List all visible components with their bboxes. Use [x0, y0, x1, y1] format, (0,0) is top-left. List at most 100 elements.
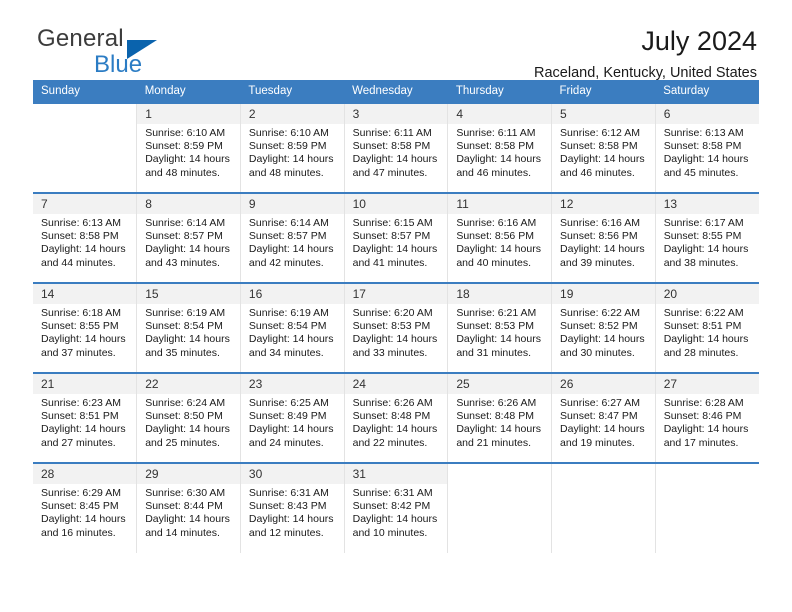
daylight-duration-line1: Daylight: 14 hours — [352, 243, 438, 256]
page-header: General Blue July 2024 Raceland, Kentuck… — [33, 0, 759, 82]
calendar-cell-day-30[interactable]: 30 Sunrise: 6:31 AM Sunset: 8:43 PM Dayligh… — [240, 462, 345, 553]
empty-cell-content — [655, 464, 759, 553]
day-cell-content: 21 Sunrise: 6:23 AM Sunset: 8:51 PM Dayligh… — [33, 374, 137, 462]
daylight-duration-line2: and 17 minutes. — [663, 436, 739, 449]
calendar-cell-day-9[interactable]: 9 Sunrise: 6:14 AM Sunset: 8:57 PM Daylight… — [240, 192, 345, 283]
sunrise-time: Sunrise: 6:10 AM — [248, 127, 329, 139]
calendar-cell-day-16[interactable]: 16 Sunrise: 6:19 AM Sunset: 8:54 PM Dayligh… — [240, 282, 345, 373]
sunrise-time: Sunrise: 6:17 AM — [663, 217, 744, 229]
daylight-duration-line2: and 39 minutes. — [560, 256, 635, 269]
weekday-header-tuesday: Tuesday — [240, 80, 345, 103]
day-details: Sunrise: 6:15 AM Sunset: 8:57 PM Daylight:… — [345, 214, 448, 270]
daylight-duration-line1: Daylight: 14 hours — [352, 423, 438, 436]
sunrise-time: Sunrise: 6:13 AM — [663, 127, 744, 139]
brand-logo[interactable]: General Blue — [33, 27, 263, 83]
calendar-table: Sunday Monday Tuesday Wednesday Thursday Frid… — [33, 80, 759, 553]
calendar-cell-day-29[interactable]: 29 Sunrise: 6:30 AM Sunset: 8:44 PM Dayligh… — [136, 462, 241, 553]
daylight-duration-line1: Daylight: 14 hours — [352, 513, 438, 526]
daylight-duration-line2: and 14 minutes. — [145, 526, 220, 539]
day-details: Sunrise: 6:11 AM Sunset: 8:58 PM Daylight:… — [448, 124, 551, 180]
calendar-cell-day-18[interactable]: 18 Sunrise: 6:21 AM Sunset: 8:53 PM Dayligh… — [447, 282, 553, 373]
sunset-time: Sunset: 8:50 PM — [145, 410, 223, 423]
sunset-time: Sunset: 8:55 PM — [663, 230, 742, 243]
calendar-cell-day-23[interactable]: 23 Sunrise: 6:25 AM Sunset: 8:49 PM Dayligh… — [240, 372, 345, 463]
day-number: 25 — [448, 374, 552, 394]
weekday-header-wednesday: Wednesday — [344, 80, 448, 103]
day-details: Sunrise: 6:24 AM Sunset: 8:50 PM Daylight:… — [137, 394, 240, 450]
calendar-cell-day-8[interactable]: 8 Sunrise: 6:14 AM Sunset: 8:57 PM Daylight… — [136, 192, 241, 283]
calendar-header-row: Sunday Monday Tuesday Wednesday Thursday Frid… — [33, 80, 759, 103]
calendar-cell-day-28[interactable]: 28 Sunrise: 6:29 AM Sunset: 8:45 PM Dayligh… — [33, 462, 138, 553]
calendar-cell-day-24[interactable]: 24 Sunrise: 6:26 AM Sunset: 8:48 PM Dayligh… — [344, 372, 449, 463]
sunset-time: Sunset: 8:57 PM — [248, 230, 327, 243]
calendar-week-row: 14 Sunrise: 6:18 AM Sunset: 8:55 PM Dayligh… — [33, 282, 759, 373]
daylight-duration-line2: and 46 minutes. — [560, 166, 635, 179]
daylight-duration-line2: and 44 minutes. — [41, 256, 116, 269]
calendar-cell-day-17[interactable]: 17 Sunrise: 6:20 AM Sunset: 8:53 PM Dayligh… — [344, 282, 449, 373]
calendar-cell-day-27[interactable]: 27 Sunrise: 6:28 AM Sunset: 8:46 PM Dayligh… — [655, 372, 759, 463]
calendar-cell-day-25[interactable]: 25 Sunrise: 6:26 AM Sunset: 8:48 PM Dayligh… — [447, 372, 553, 463]
day-details: Sunrise: 6:22 AM Sunset: 8:52 PM Daylight:… — [552, 304, 655, 360]
sunset-time: Sunset: 8:53 PM — [456, 320, 534, 333]
day-number: 10 — [344, 194, 448, 214]
calendar-cell-day-22[interactable]: 22 Sunrise: 6:24 AM Sunset: 8:50 PM Dayligh… — [136, 372, 241, 463]
day-details: Sunrise: 6:10 AM Sunset: 8:59 PM Daylight:… — [241, 124, 344, 180]
sunrise-time: Sunrise: 6:18 AM — [41, 307, 121, 319]
day-cell-content: 23 Sunrise: 6:25 AM Sunset: 8:49 PM Dayligh… — [240, 374, 344, 462]
daylight-duration-line2: and 42 minutes. — [248, 256, 324, 269]
calendar-cell-day-1[interactable]: 1 Sunrise: 6:10 AM Sunset: 8:59 PM Daylight… — [136, 102, 241, 193]
day-number: 26 — [552, 374, 655, 394]
daylight-duration-line1: Daylight: 14 hours — [145, 513, 230, 526]
calendar-cell-day-26[interactable]: 26 Sunrise: 6:27 AM Sunset: 8:47 PM Dayligh… — [551, 372, 656, 463]
weekday-header-monday: Monday — [136, 80, 241, 103]
sunset-time: Sunset: 8:42 PM — [352, 500, 431, 513]
day-cell-content: 9 Sunrise: 6:14 AM Sunset: 8:57 PM Daylight… — [240, 194, 344, 282]
day-details: Sunrise: 6:30 AM Sunset: 8:44 PM Daylight:… — [137, 484, 240, 540]
daylight-duration-line1: Daylight: 14 hours — [456, 153, 541, 166]
day-number: 5 — [552, 104, 655, 124]
calendar-cell-day-3[interactable]: 3 Sunrise: 6:11 AM Sunset: 8:58 PM Daylight… — [344, 102, 449, 193]
day-number: 29 — [137, 464, 240, 484]
daylight-duration-line1: Daylight: 14 hours — [41, 513, 126, 526]
weekday-header-saturday: Saturday — [655, 80, 759, 103]
day-number: 30 — [240, 464, 344, 484]
calendar-cell-day-21[interactable]: 21 Sunrise: 6:23 AM Sunset: 8:51 PM Dayligh… — [33, 372, 138, 463]
daylight-duration-line2: and 27 minutes. — [41, 436, 116, 449]
daylight-duration-line1: Daylight: 14 hours — [663, 423, 749, 436]
sunrise-time: Sunrise: 6:10 AM — [145, 127, 226, 139]
calendar-cell-day-19[interactable]: 19 Sunrise: 6:22 AM Sunset: 8:52 PM Dayligh… — [551, 282, 656, 373]
day-number: 12 — [552, 194, 655, 214]
daylight-duration-line1: Daylight: 14 hours — [352, 153, 438, 166]
sunrise-time: Sunrise: 6:31 AM — [352, 487, 433, 499]
day-details: Sunrise: 6:16 AM Sunset: 8:56 PM Daylight:… — [448, 214, 551, 270]
calendar-cell-day-12[interactable]: 12 Sunrise: 6:16 AM Sunset: 8:56 PM Dayligh… — [551, 192, 656, 283]
sunset-time: Sunset: 8:48 PM — [352, 410, 431, 423]
calendar-cell-day-15[interactable]: 15 Sunrise: 6:19 AM Sunset: 8:54 PM Dayligh… — [136, 282, 241, 373]
day-cell-content: 30 Sunrise: 6:31 AM Sunset: 8:43 PM Dayligh… — [240, 464, 344, 553]
calendar-cell-day-5[interactable]: 5 Sunrise: 6:12 AM Sunset: 8:58 PM Daylight… — [551, 102, 656, 193]
daylight-duration-line1: Daylight: 14 hours — [248, 423, 334, 436]
day-cell-content: 12 Sunrise: 6:16 AM Sunset: 8:56 PM Dayligh… — [552, 194, 655, 282]
day-number: 19 — [552, 284, 655, 304]
calendar-cell-empty — [447, 462, 553, 553]
calendar-cell-day-14[interactable]: 14 Sunrise: 6:18 AM Sunset: 8:55 PM Dayligh… — [33, 282, 138, 373]
calendar-cell-day-7[interactable]: 7 Sunrise: 6:13 AM Sunset: 8:58 PM Daylight… — [33, 192, 138, 283]
calendar-cell-day-4[interactable]: 4 Sunrise: 6:11 AM Sunset: 8:58 PM Daylight… — [447, 102, 553, 193]
day-details: Sunrise: 6:17 AM Sunset: 8:55 PM Daylight:… — [656, 214, 759, 270]
calendar-cell-day-13[interactable]: 13 Sunrise: 6:17 AM Sunset: 8:55 PM Dayligh… — [655, 192, 759, 283]
day-cell-content: 15 Sunrise: 6:19 AM Sunset: 8:54 PM Dayligh… — [137, 284, 240, 372]
calendar-cell-day-6[interactable]: 6 Sunrise: 6:13 AM Sunset: 8:58 PM Daylight… — [655, 102, 759, 193]
sunrise-time: Sunrise: 6:11 AM — [352, 127, 432, 139]
sunrise-time: Sunrise: 6:24 AM — [145, 397, 226, 409]
calendar-week-row: 1 Sunrise: 6:10 AM Sunset: 8:59 PM Daylight… — [33, 102, 759, 193]
daylight-duration-line2: and 16 minutes. — [41, 526, 116, 539]
calendar-cell-day-31[interactable]: 31 Sunrise: 6:31 AM Sunset: 8:42 PM Dayligh… — [344, 462, 449, 553]
sunrise-time: Sunrise: 6:23 AM — [41, 397, 121, 409]
calendar-cell-day-20[interactable]: 20 Sunrise: 6:22 AM Sunset: 8:51 PM Dayligh… — [655, 282, 759, 373]
calendar-cell-day-11[interactable]: 11 Sunrise: 6:16 AM Sunset: 8:56 PM Dayligh… — [447, 192, 553, 283]
day-number: 11 — [448, 194, 552, 214]
empty-cell-content — [552, 464, 655, 553]
calendar-cell-day-2[interactable]: 2 Sunrise: 6:10 AM Sunset: 8:59 PM Daylight… — [240, 102, 345, 193]
calendar-cell-day-10[interactable]: 10 Sunrise: 6:15 AM Sunset: 8:57 PM Dayligh… — [344, 192, 449, 283]
daylight-duration-line2: and 41 minutes. — [352, 256, 428, 269]
